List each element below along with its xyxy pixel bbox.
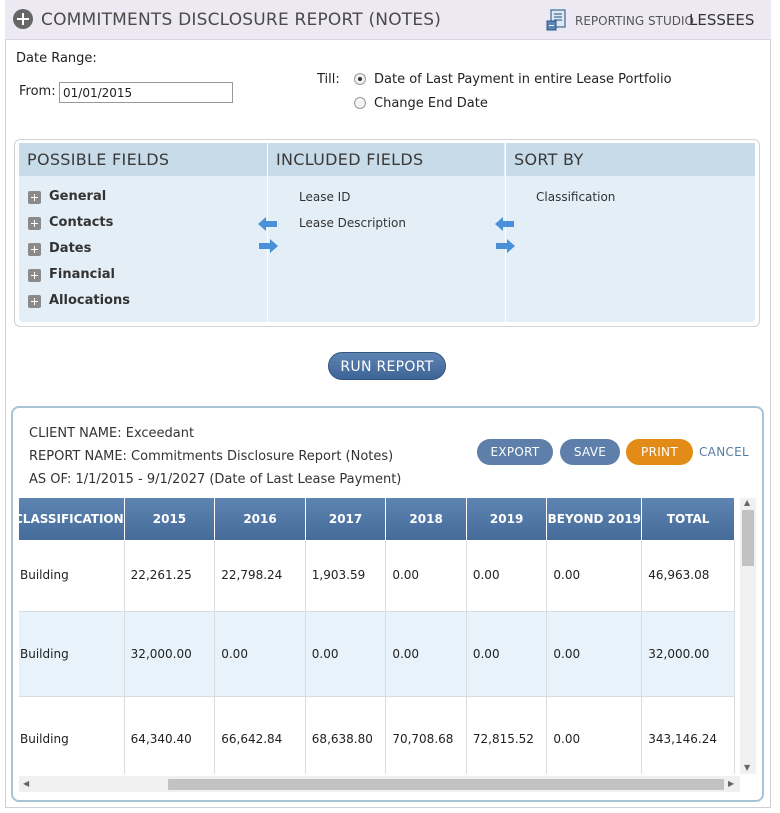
studio-module-label: LESSEES bbox=[689, 11, 755, 29]
table-cell: 72,815.52 bbox=[466, 696, 548, 774]
column-divider bbox=[267, 143, 268, 322]
report-table-viewport[interactable]: CLASSIFICATION 2015 2016 2017 2018 2019 … bbox=[19, 498, 740, 774]
table-cell: 22,798.24 bbox=[214, 540, 306, 612]
arrow-right-icon[interactable] bbox=[495, 239, 515, 253]
run-report-button[interactable]: RUN REPORT bbox=[328, 352, 446, 380]
table-cell: 343,146.24 bbox=[641, 696, 735, 774]
table-cell: 68,638.80 bbox=[305, 696, 387, 774]
scroll-right-icon[interactable]: ▶ bbox=[728, 779, 734, 789]
scroll-down-icon[interactable]: ▼ bbox=[744, 763, 750, 773]
table-cell: 32,000.00 bbox=[641, 611, 735, 697]
table-cell: 0.00 bbox=[546, 696, 643, 774]
report-name: REPORT NAME: Commitments Disclosure Repo… bbox=[29, 449, 394, 464]
studio-label: REPORTING STUDIO bbox=[575, 14, 694, 28]
column-header[interactable]: 2018 bbox=[385, 498, 467, 540]
table-cell: 32,000.00 bbox=[124, 611, 216, 697]
table-cell: 0.00 bbox=[214, 611, 306, 697]
arrow-right-icon[interactable] bbox=[258, 239, 278, 253]
date-range-label: Date Range: bbox=[16, 51, 97, 66]
as-of-date: AS OF: 1/1/2015 - 9/1/2027 (Date of Last… bbox=[29, 472, 402, 487]
expand-icon[interactable] bbox=[28, 217, 41, 230]
included-field-item[interactable]: Lease ID bbox=[299, 190, 350, 204]
column-header[interactable]: CLASSIFICATION bbox=[19, 498, 125, 540]
arrow-left-icon[interactable] bbox=[258, 217, 278, 231]
table-cell: 0.00 bbox=[546, 540, 643, 612]
table-cell: 0.00 bbox=[466, 540, 548, 612]
table-cell: 0.00 bbox=[385, 540, 467, 612]
column-header[interactable]: TOTAL bbox=[641, 498, 735, 540]
field-group-label: Allocations bbox=[49, 293, 130, 308]
print-button[interactable]: PRINT bbox=[626, 439, 693, 465]
table-row: Building 22,261.25 22,798.24 1,903.59 0.… bbox=[19, 540, 735, 612]
vertical-scroll-thumb[interactable] bbox=[742, 510, 754, 566]
column-header[interactable]: 2019 bbox=[466, 498, 548, 540]
field-group-label: Dates bbox=[49, 241, 92, 256]
radio-change-end-date[interactable] bbox=[354, 97, 366, 109]
table-cell: Building bbox=[19, 540, 125, 612]
report-table: CLASSIFICATION 2015 2016 2017 2018 2019 … bbox=[19, 498, 735, 774]
table-cell: 66,642.84 bbox=[214, 696, 306, 774]
table-cell: 22,261.25 bbox=[124, 540, 216, 612]
till-label: Till: bbox=[317, 72, 340, 87]
field-group-label: Financial bbox=[49, 267, 116, 282]
radio-last-payment[interactable] bbox=[354, 73, 366, 85]
client-name: CLIENT NAME: Exceedant bbox=[29, 426, 195, 441]
table-cell: 70,708.68 bbox=[385, 696, 467, 774]
radio-change-end-date-label: Change End Date bbox=[374, 96, 488, 111]
table-cell: 64,340.40 bbox=[124, 696, 216, 774]
table-row: Building 32,000.00 0.00 0.00 0.00 0.00 0… bbox=[19, 611, 735, 697]
expand-icon[interactable] bbox=[28, 191, 41, 204]
column-header[interactable]: 2016 bbox=[214, 498, 306, 540]
included-field-item[interactable]: Lease Description bbox=[299, 216, 406, 230]
column-divider bbox=[505, 143, 506, 322]
included-fields-header: INCLUDED FIELDS bbox=[268, 143, 504, 176]
column-header[interactable]: BEYOND 2019 bbox=[546, 498, 643, 540]
field-group-label: General bbox=[49, 189, 107, 204]
scroll-left-icon[interactable]: ◀ bbox=[23, 779, 29, 789]
field-group-label: Contacts bbox=[49, 215, 114, 230]
table-cell: 46,963.08 bbox=[641, 540, 735, 612]
arrow-left-icon[interactable] bbox=[495, 217, 515, 231]
table-cell: 0.00 bbox=[466, 611, 548, 697]
radio-last-payment-label: Date of Last Payment in entire Lease Por… bbox=[374, 72, 672, 87]
expand-icon[interactable] bbox=[28, 269, 41, 282]
table-cell: Building bbox=[19, 611, 125, 697]
table-row: Building 64,340.40 66,642.84 68,638.80 7… bbox=[19, 696, 735, 774]
page-header: COMMITMENTS DISCLOSURE REPORT (NOTES) RE… bbox=[5, 0, 771, 40]
scroll-up-icon[interactable]: ▲ bbox=[744, 498, 750, 508]
table-cell: 0.00 bbox=[385, 611, 467, 697]
from-label: From: bbox=[19, 84, 56, 99]
table-cell: Building bbox=[19, 696, 125, 774]
table-cell: 0.00 bbox=[546, 611, 643, 697]
page-title: COMMITMENTS DISCLOSURE REPORT (NOTES) bbox=[41, 10, 442, 30]
column-header[interactable]: 2015 bbox=[124, 498, 216, 540]
column-header[interactable]: 2017 bbox=[305, 498, 387, 540]
horizontal-scroll-thumb[interactable] bbox=[168, 779, 724, 790]
save-button[interactable]: SAVE bbox=[560, 439, 620, 465]
add-circle-icon[interactable] bbox=[13, 9, 33, 29]
sort-field-item[interactable]: Classification bbox=[536, 190, 615, 204]
table-cell: 0.00 bbox=[305, 611, 387, 697]
reporting-studio-icon[interactable] bbox=[546, 9, 568, 31]
table-cell: 1,903.59 bbox=[305, 540, 387, 612]
table-header-row: CLASSIFICATION 2015 2016 2017 2018 2019 … bbox=[19, 498, 735, 540]
sort-by-header: SORT BY bbox=[506, 143, 755, 176]
export-button[interactable]: EXPORT bbox=[477, 439, 553, 465]
possible-fields-header: POSSIBLE FIELDS bbox=[19, 143, 267, 176]
expand-icon[interactable] bbox=[28, 295, 41, 308]
from-date-input[interactable] bbox=[59, 82, 233, 103]
expand-icon[interactable] bbox=[28, 243, 41, 256]
cancel-button[interactable]: CANCEL bbox=[699, 445, 749, 459]
